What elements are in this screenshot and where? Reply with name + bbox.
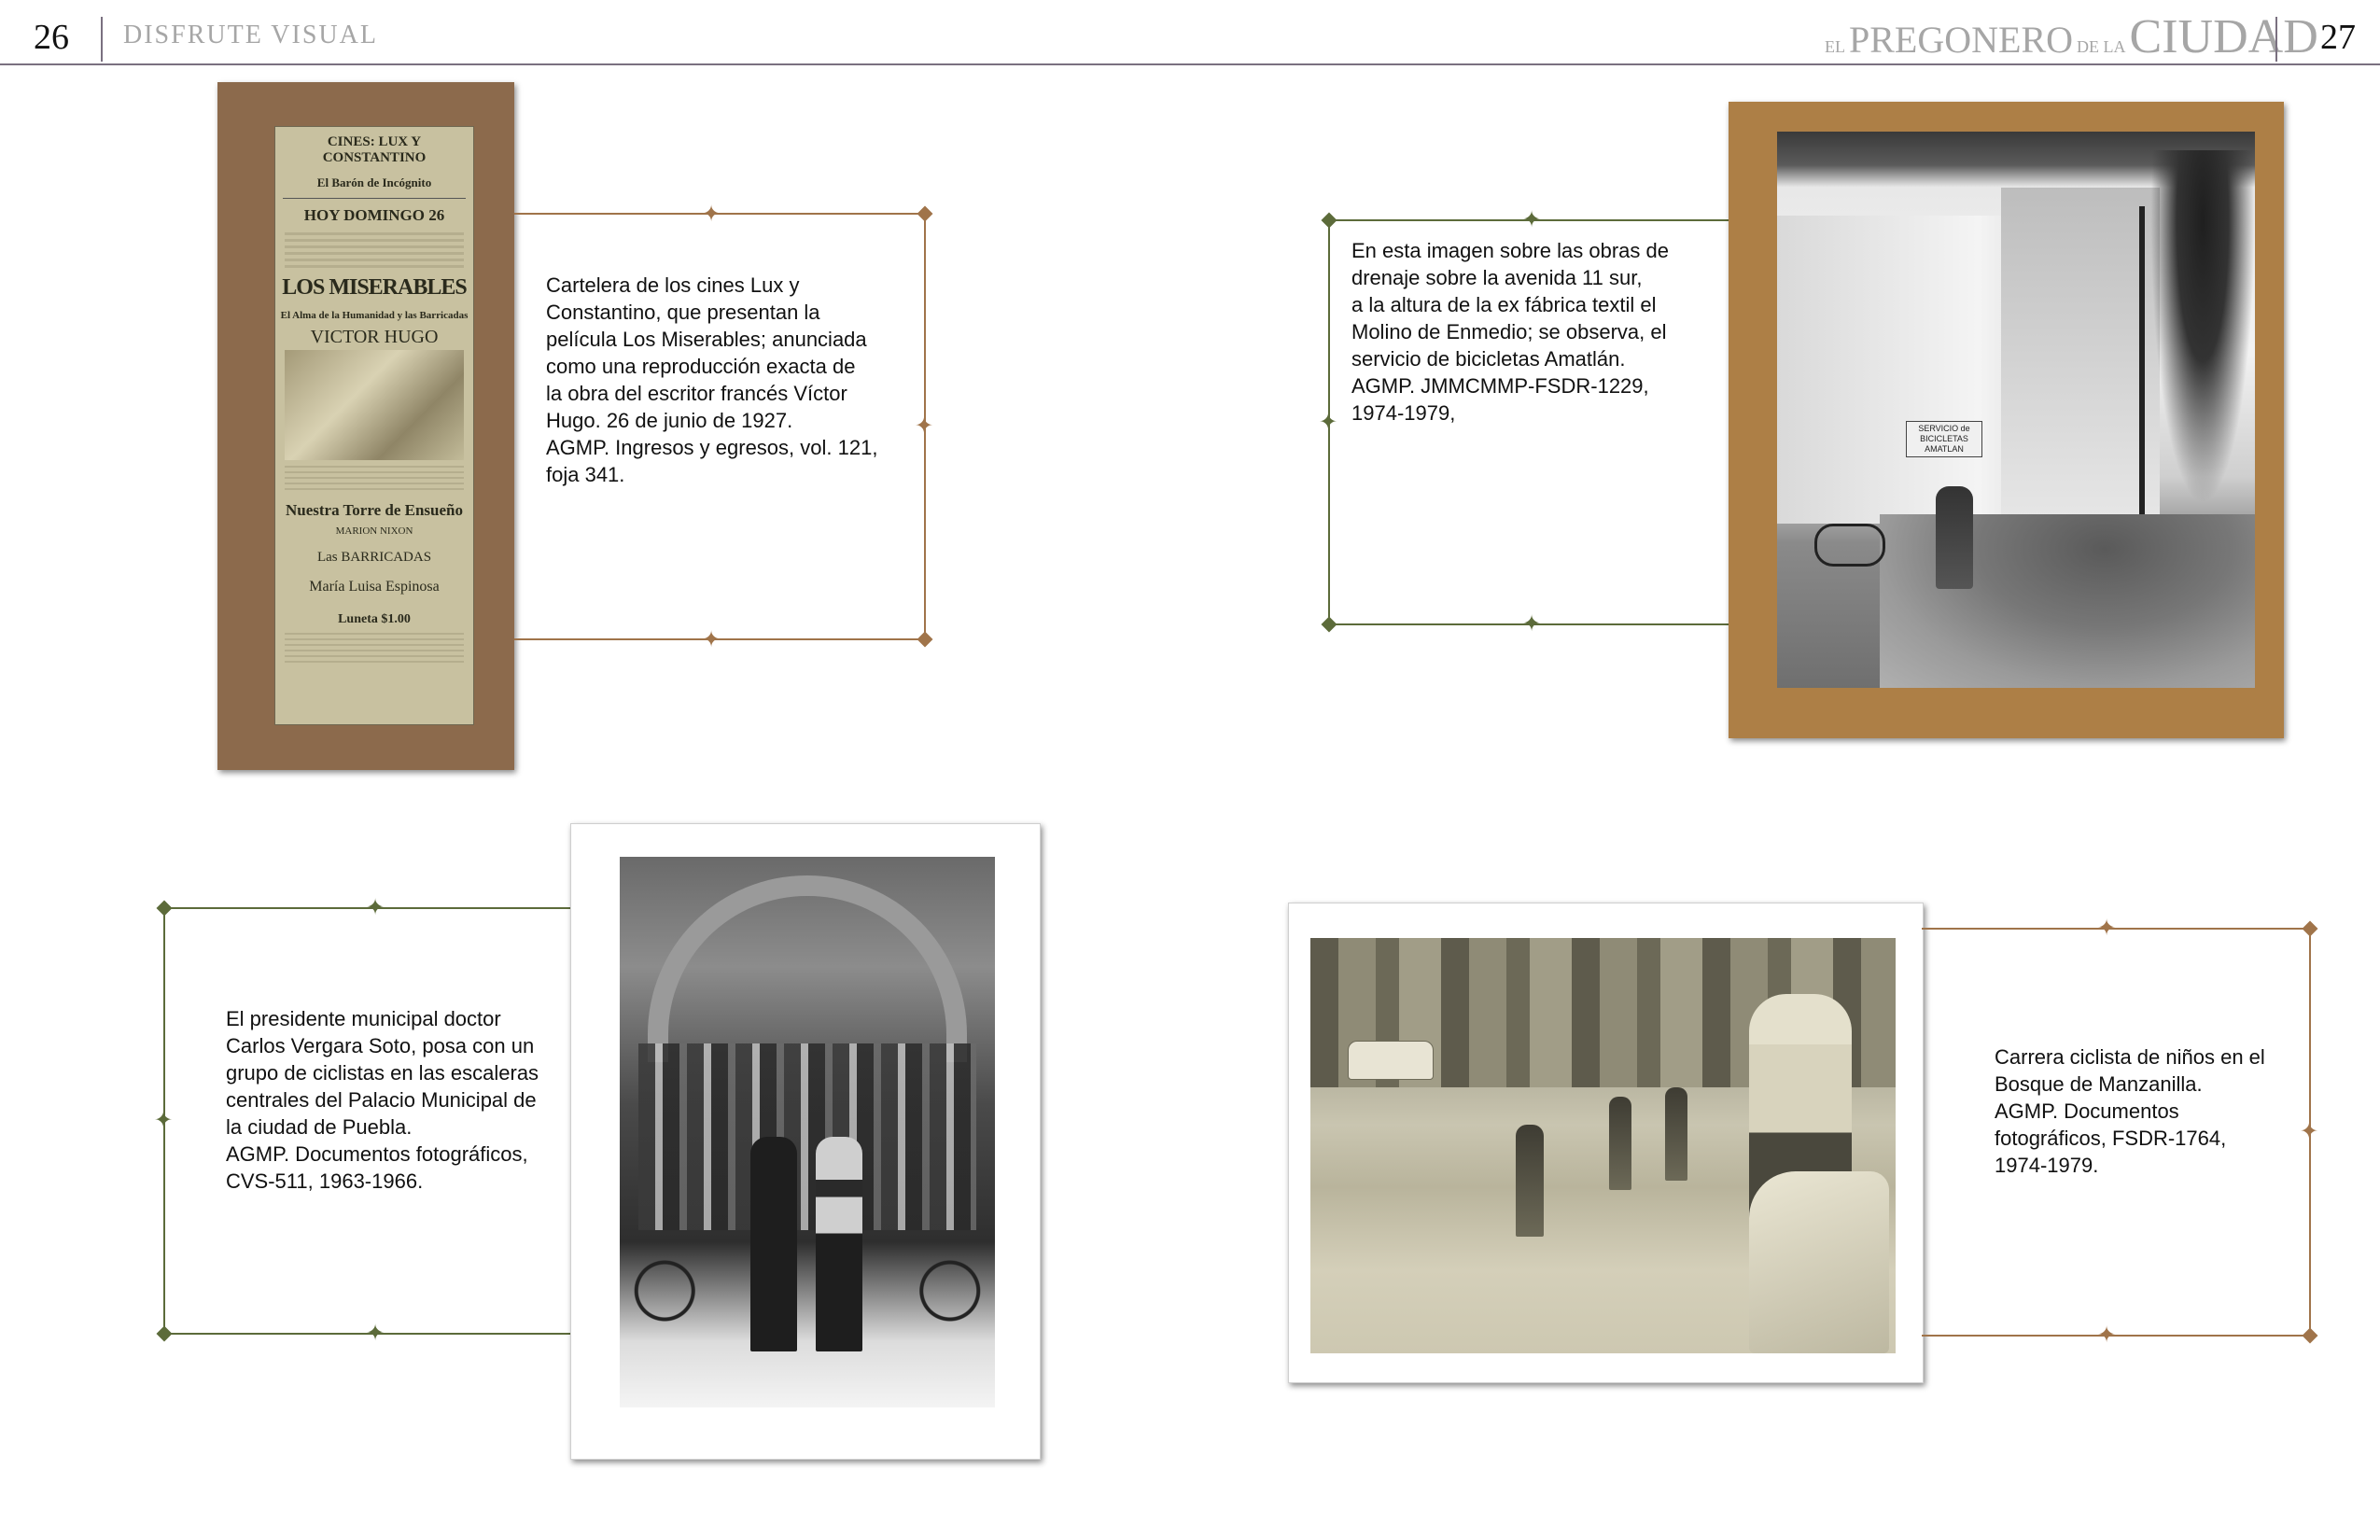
poster-actress: María Luisa Espinosa (309, 579, 440, 595)
drainage-frame-diamond (1321, 212, 1337, 229)
poster-price: Luneta $1.00 (338, 612, 411, 626)
stone-arch (648, 875, 967, 1062)
poster-third-film: Las BARRICADAS (316, 550, 432, 565)
left-page-number: 26 (34, 18, 69, 57)
race-photo (1310, 938, 1896, 1353)
poster-title: CINES: LUX Y CONSTANTINO (322, 134, 427, 165)
header-divider-right (2275, 17, 2277, 62)
cyclists-frame-ornament: ✦ (366, 1321, 385, 1346)
logo-de-la: DE LA (2077, 37, 2126, 56)
cyclists-frame-ornament: ✦ (154, 1108, 174, 1133)
header-rule-left (0, 63, 1190, 65)
poster-author: VICTOR HUGO (310, 327, 439, 347)
logo-ciudad: CIUDAD (2129, 10, 2318, 63)
drainage-frame-diamond (1321, 616, 1337, 633)
bicycle (1814, 524, 1885, 567)
poster-subtitle: El Barón de Incógnito (316, 175, 432, 189)
logo-pregonero: PREGONERO (1849, 19, 2074, 61)
race-caption: Carrera ciclista de niños en el Bosque d… (1995, 1045, 2265, 1177)
shop-sign: SERVICIO de BICICLETAS AMATLAN (1906, 421, 1982, 457)
child-cyclist (1609, 1097, 1631, 1190)
race-frame-ornament: ✦ (2097, 1323, 2117, 1348)
drainage-frame-ornament: ✦ (1319, 410, 1338, 435)
section-title: DISFRUTE VISUAL (123, 21, 378, 49)
child-cyclist (1516, 1125, 1544, 1237)
poster-frame-diamond (917, 205, 933, 222)
header-divider-left (101, 17, 103, 62)
drainage-photo: SERVICIO de BICICLETAS AMATLAN (1777, 132, 2255, 688)
cyclists-frame-diamond (156, 900, 173, 917)
poster-second-star: MARION NIXON (335, 525, 413, 537)
bicycle-wheels (620, 1249, 995, 1333)
spectator-crouching (1749, 1171, 1889, 1353)
parked-car (1348, 1041, 1434, 1080)
poster-frame-ornament: ✦ (702, 202, 721, 227)
drainage-frame-ornament: ✦ (1522, 611, 1542, 637)
cyclists-frame-diamond (156, 1325, 173, 1342)
poster-frame-ornament: ✦ (702, 627, 721, 652)
race-frame-diamond (2302, 920, 2318, 937)
poster-date: HOY DOMINGO 26 (303, 206, 445, 224)
magazine-logo: EL PREGONERO DE LA CIUDAD (1825, 9, 2318, 64)
drainage-frame-ornament: ✦ (1522, 207, 1542, 232)
race-frame-diamond (2302, 1327, 2318, 1344)
worker (1936, 486, 1973, 589)
cyclists-caption: El presidente municipal doctor Carlos Ve… (226, 1007, 539, 1193)
right-page-number: 27 (2320, 18, 2356, 57)
child-cyclist (1665, 1087, 1687, 1181)
logo-el: EL (1825, 37, 1845, 56)
poster-frame-ornament: ✦ (915, 413, 934, 439)
race-frame-ornament: ✦ (2300, 1119, 2319, 1144)
cyclists-frame-ornament: ✦ (366, 895, 385, 920)
cyclist-group (638, 1043, 976, 1230)
poster-illustration (285, 350, 464, 460)
poster-film: LOS MISERABLES (282, 275, 467, 300)
palm-tree (2150, 150, 2255, 505)
race-frame-ornament: ✦ (2097, 916, 2117, 941)
poster-frame-diamond (917, 631, 933, 648)
poster-tagline: El Alma de la Humanidad y las Barricadas (280, 310, 469, 321)
utility-pole (2139, 206, 2145, 542)
building-side (2001, 188, 2160, 542)
poster-image: CINES: LUX Y CONSTANTINO El Barón de Inc… (274, 126, 474, 725)
drainage-caption: En esta imagen sobre las obras de drenaj… (1351, 239, 1669, 425)
cyclists-photo (620, 857, 995, 1407)
poster-second-film: Nuestra Torre de Ensueño (285, 501, 463, 519)
poster-caption: Cartelera de los cines Lux y Constantino… (546, 273, 878, 486)
